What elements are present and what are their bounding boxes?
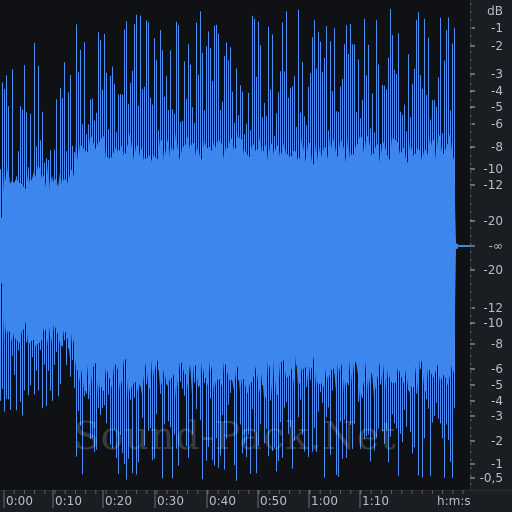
time-tick-label: 0:30 xyxy=(157,494,184,508)
time-tick-label: 0:20 xyxy=(105,494,132,508)
audio-editor: Sound-Pack.Net dB -1-2-3-4-5-6-8-10-12-2… xyxy=(0,0,512,512)
db-tick-label: -4 xyxy=(491,84,503,98)
time-tick-label: 0:10 xyxy=(55,494,82,508)
db-tick-label: -3 xyxy=(491,409,503,423)
db-tick-label: -∞ xyxy=(489,239,503,253)
db-tick-label: -1 xyxy=(491,457,503,471)
db-tick-label: -6 xyxy=(491,117,503,131)
db-tick-label: -5 xyxy=(491,378,503,392)
db-tick-label: -4 xyxy=(491,394,503,408)
db-tick-label: -20 xyxy=(483,214,503,228)
db-tick-label: -0,5 xyxy=(480,471,503,485)
db-tick-label: -8 xyxy=(491,337,503,351)
time-tick-label: 0:00 xyxy=(6,494,33,508)
db-tick-label: -20 xyxy=(483,263,503,277)
db-tick-label: -12 xyxy=(483,178,503,192)
time-tick-label: 1:10 xyxy=(362,494,389,508)
db-tick-label: -8 xyxy=(491,140,503,154)
db-tick-label: -1 xyxy=(491,21,503,35)
db-ruler: dB -1-2-3-4-5-6-8-10-12-20-∞-20-12-10-8-… xyxy=(470,0,512,490)
db-tick-label: -6 xyxy=(491,362,503,376)
db-tick-label: -5 xyxy=(491,100,503,114)
time-tick-label: 0:40 xyxy=(209,494,236,508)
db-tick-label: -10 xyxy=(483,316,503,330)
time-tick-label: 1:00 xyxy=(311,494,338,508)
time-unit-label: h:m:s xyxy=(437,494,471,508)
waveform-view[interactable] xyxy=(0,0,470,490)
db-tick-label: -10 xyxy=(483,162,503,176)
db-unit-label: dB xyxy=(487,4,503,18)
db-tick-label: -2 xyxy=(491,434,503,448)
time-ruler: h:m:s 0:00 0:10 0:20 0:30 0:40 0:50 1:00 1:10 xyxy=(0,490,512,512)
db-tick-label: -3 xyxy=(491,67,503,81)
db-tick-label: -2 xyxy=(491,39,503,53)
time-tick-label: 0:50 xyxy=(260,494,287,508)
db-tick-label: -12 xyxy=(483,301,503,315)
